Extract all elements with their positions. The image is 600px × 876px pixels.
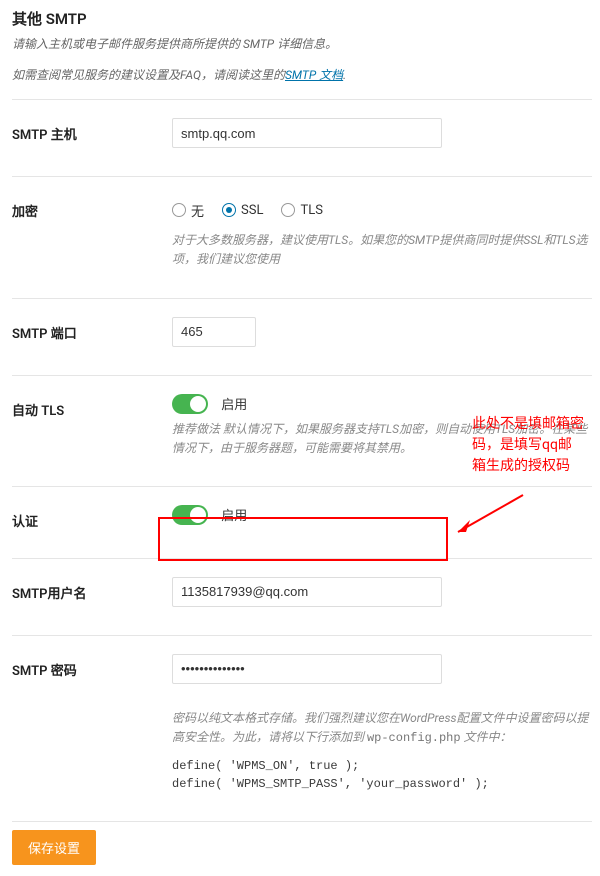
- faq-prefix: 如需查阅常见服务的建议设置及FAQ，请阅读这里的: [12, 68, 285, 82]
- auto-tls-help: 推荐做法 默认情况下，如果服务器支持TLS加密，则自动使用TLS加密。在某些情况…: [172, 420, 592, 458]
- encryption-help: 对于大多数服务器，建议使用TLS。如果您的SMTP提供商同时提供SSL和TLS选…: [172, 231, 592, 269]
- smtp-host-input[interactable]: [172, 118, 442, 148]
- smtp-password-help: 密码以纯文本格式存储。我们强烈建议您在WordPress配置文件中设置密码以提高…: [172, 690, 592, 749]
- row-encryption: 加密 无 SSL TLS 对于大多数服务器，建议使用TLS。如果您的SMTP提供…: [12, 177, 592, 281]
- encryption-none-label: 无: [191, 201, 204, 220]
- faq-line: 如需查阅常见服务的建议设置及FAQ，请阅读这里的SMTP 文档.: [12, 66, 592, 83]
- label-auth: 认证: [12, 505, 172, 530]
- label-smtp-password: SMTP 密码: [12, 654, 172, 679]
- encryption-radio-group: 无 SSL TLS: [172, 195, 592, 225]
- row-smtp-username: SMTP用户名: [12, 559, 592, 619]
- encryption-ssl-option[interactable]: SSL: [222, 203, 263, 218]
- faq-suffix: .: [343, 68, 346, 82]
- auto-tls-toggle[interactable]: [172, 394, 208, 414]
- row-auth: 认证 启用: [12, 487, 592, 542]
- label-smtp-port: SMTP 端口: [12, 317, 172, 342]
- radio-icon: [222, 203, 236, 217]
- config-code-sample: define( 'WPMS_ON', true ); define( 'WPMS…: [172, 757, 592, 793]
- label-smtp-username: SMTP用户名: [12, 577, 172, 602]
- label-encryption: 加密: [12, 195, 172, 220]
- smtp-docs-link[interactable]: SMTP 文档: [285, 68, 343, 82]
- row-smtp-host: SMTP 主机: [12, 100, 592, 160]
- encryption-tls-label: TLS: [300, 203, 322, 218]
- label-smtp-host: SMTP 主机: [12, 118, 172, 143]
- auto-tls-toggle-label: 启用: [221, 394, 247, 413]
- radio-icon: [172, 203, 186, 217]
- page-subtitle: 请输入主机或电子邮件服务提供商所提供的 SMTP 详细信息。: [12, 35, 592, 54]
- divider: [12, 821, 592, 822]
- auth-toggle-label: 启用: [221, 505, 247, 524]
- label-auto-tls: 自动 TLS: [12, 394, 172, 419]
- row-auto-tls: 自动 TLS 启用 推荐做法 默认情况下，如果服务器支持TLS加密，则自动使用T…: [12, 376, 592, 470]
- row-smtp-port: SMTP 端口: [12, 299, 592, 359]
- row-smtp-password: SMTP 密码 密码以纯文本格式存储。我们强烈建议您在WordPress配置文件…: [12, 636, 592, 805]
- encryption-none-option[interactable]: 无: [172, 201, 204, 220]
- save-settings-button[interactable]: 保存设置: [12, 830, 96, 865]
- encryption-tls-option[interactable]: TLS: [281, 203, 322, 218]
- encryption-ssl-label: SSL: [241, 203, 263, 218]
- page-title: 其他 SMTP: [12, 8, 592, 29]
- radio-icon: [281, 203, 295, 217]
- auth-toggle[interactable]: [172, 505, 208, 525]
- smtp-port-input[interactable]: [172, 317, 256, 347]
- smtp-username-input[interactable]: [172, 577, 442, 607]
- smtp-password-input[interactable]: [172, 654, 442, 684]
